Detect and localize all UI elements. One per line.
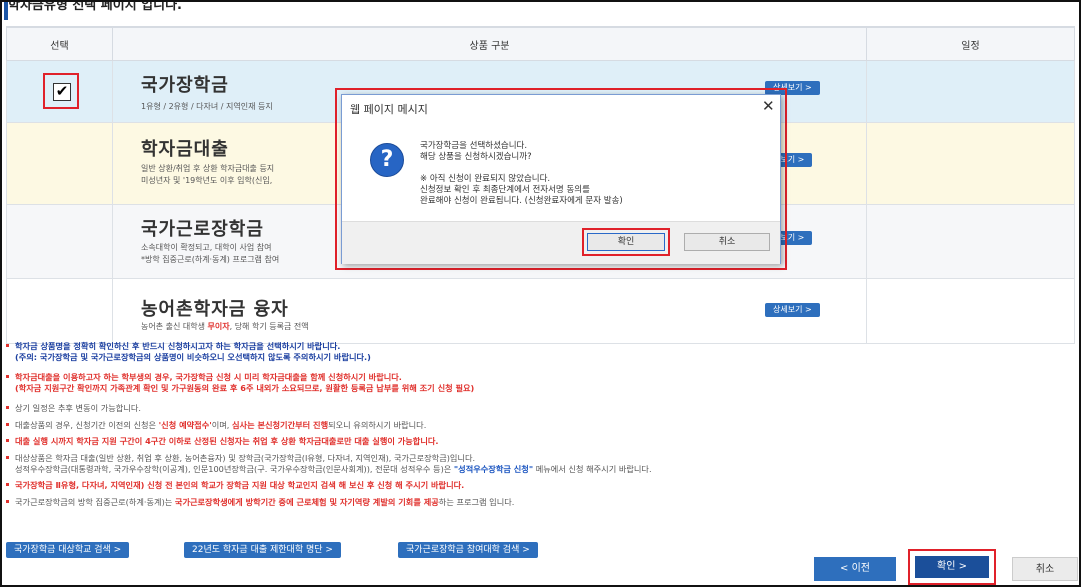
dialog-footer: 확인 취소: [342, 221, 780, 264]
col-header-product: 상품 구분: [112, 26, 867, 61]
close-icon[interactable]: ✕: [762, 97, 775, 115]
product-desc-text: , 당해 학기 등록금 전액: [229, 322, 309, 331]
cancel-button[interactable]: 취소: [1012, 557, 1078, 581]
product-cell: 농어촌학자금 융자 농어촌 출신 대학생 무이자, 당해 학기 등록금 전액 상…: [112, 278, 867, 344]
select-cell[interactable]: [6, 278, 113, 344]
select-cell: ✔: [6, 60, 113, 123]
dialog-line: ※ 아직 신청이 완료되지 않았습니다.: [420, 174, 551, 184]
notice-text: (주의: 국가장학금 및 국가근로장학금의 상품명이 비슷하오니 오선택하지 않…: [15, 351, 371, 362]
notice-text: 국가근로장학금의 방학 집중근로(하계·동계)는: [15, 496, 175, 507]
web-page-message-dialog: 웹 페이지 메시지 ✕ ? 국가장학금을 선택하셨습니다. 해당 상품을 신청하…: [341, 94, 781, 264]
notice-text: (학자금 지원구간 확인까지 가족관계 확인 및 가구원동의 완료 후 6주 내…: [15, 382, 475, 393]
notice-item: 국가근로장학금의 방학 집중근로(하계·동계)는 국가근로장학생에게 방학기간 …: [6, 497, 1076, 508]
notice-highlight: 심사는 본신청기간부터 진행: [232, 419, 329, 430]
col-header-schedule: 일정: [866, 26, 1075, 61]
product-desc: *방학 집중근로(하계·동계) 프로그램 참여: [141, 255, 280, 264]
product-desc: 농어촌 출신 대학생 무이자, 당해 학기 등록금 전액: [141, 321, 309, 333]
product-desc: 일반 상환/취업 후 상환 학자금대출 등지: [141, 164, 275, 173]
notice-item: 국가장학금 Ⅱ유형, 다자녀, 지역인재) 신청 전 본인의 학교가 장학금 지…: [6, 480, 1076, 491]
notice-item: 대출 실행 시까지 학자금 지원 구간이 4구간 이하로 산정된 신청자는 취업…: [6, 436, 1076, 447]
schedule-cell: [866, 204, 1075, 279]
dialog-title: 웹 페이지 메시지: [350, 103, 428, 116]
confirm-button-highlight: 확인 >: [908, 549, 996, 585]
product-desc: 미성년자 및 '19학년도 이후 입학(신입,: [141, 176, 273, 185]
page-frame: 학자금유형 선택 페이지 입니다. 선택 상품 구분 일정 ✔ 국가장학금 1유…: [0, 0, 1081, 587]
notice-item: 대출상품의 경우, 신청기간 이전의 신청은 '신청 예약접수'이며, 심사는 …: [6, 420, 1076, 431]
notice-item: 학자금 상품명을 정확히 확인하신 후 반드시 신청하시고자 하는 학자금을 선…: [6, 341, 1076, 362]
dialog-ok-highlight: 확인: [582, 228, 670, 256]
notice-list: 학자금 상품명을 정확히 확인하신 후 반드시 신청하시고자 하는 학자금을 선…: [6, 341, 1076, 514]
work-study-school-search-link[interactable]: 국가근로장학금 참여대학 검색 >: [398, 542, 538, 558]
school-search-link[interactable]: 국가장학금 대상학교 검색 >: [6, 542, 130, 558]
notice-text: 하는 프로그램 입니다.: [438, 496, 515, 507]
dialog-cancel-button[interactable]: 취소: [684, 233, 770, 251]
notice-text: 메뉴에서 신청 해주시기 바랍니다.: [533, 463, 652, 474]
select-cell[interactable]: [6, 122, 113, 205]
table-row: 농어촌학자금 융자 농어촌 출신 대학생 무이자, 당해 학기 등록금 전액 상…: [6, 278, 1075, 344]
product-name: 농어촌학자금 융자: [141, 299, 289, 320]
confirm-button[interactable]: 확인 >: [915, 556, 989, 578]
detail-button[interactable]: 상세보기 >: [765, 303, 820, 317]
prev-button[interactable]: < 이전: [814, 557, 896, 581]
product-desc-text: 농어촌 출신 대학생: [141, 322, 208, 331]
dialog-line: 완료해야 신청이 완료됩니다. (신청완료자에게 문자 발송): [420, 196, 623, 206]
question-icon: ?: [370, 143, 404, 177]
notice-highlight: "성적우수장학금 신청": [453, 463, 534, 474]
notice-highlight: 국가근로장학생에게 방학기간 중에 근로체험 및 자기역량 계발의 기회를 제공: [174, 496, 439, 507]
dialog-line: 국가장학금을 선택하셨습니다.: [420, 141, 528, 151]
notice-item: 학자금대출을 이용하고자 하는 학부생의 경우, 국가장학금 신청 시 미리 학…: [6, 372, 1076, 393]
product-name: 학자금대출: [141, 139, 229, 160]
loan-restricted-list-link[interactable]: 22년도 학자금 대출 제한대학 명단 >: [184, 542, 341, 558]
notice-text: 성적우수장학금(대통령과학, 국가우수장학(이공계), 인문100년장학금(구.…: [15, 464, 1076, 475]
product-desc-highlight: 무이자: [207, 322, 230, 331]
notice-text: 학자금대출을 이용하고자 하는 학부생의 경우, 국가장학금 신청 시 미리 학…: [15, 372, 402, 382]
product-desc: 소속대학이 확정되고, 대학이 사업 참여: [141, 243, 272, 252]
dialog-line: 해당 상품을 신청하시겠습니까?: [420, 152, 532, 162]
product-name: 국가근로장학금: [141, 219, 264, 240]
notice-text: 이며,: [211, 419, 233, 430]
dialog-line: 신청정보 확인 후 최종단계에서 전자서명 동의를: [420, 185, 590, 195]
notice-text: 되오니 유의하시기 바랍니다.: [328, 419, 427, 430]
notice-text: 대상상품은 학자금 대출(일반 상환, 취업 후 상환, 농어촌융자) 및 장학…: [15, 453, 476, 464]
notice-text: 학자금 상품명을 정확히 확인하신 후 반드시 신청하시고자 하는 학자금을 선…: [15, 341, 341, 351]
page-title: 학자금유형 선택 페이지 입니다.: [8, 0, 182, 13]
notice-text: 성적우수장학금(대통령과학, 국가우수장학(이공계), 인문100년장학금(구.…: [15, 463, 454, 474]
notice-text: 대출상품의 경우, 신청기간 이전의 신청은: [15, 419, 159, 430]
product-desc: 1유형 / 2유형 / 다자녀 / 지역인재 등지: [141, 102, 273, 111]
selected-checkbox-highlight[interactable]: ✔: [43, 73, 79, 109]
dialog-highlight: 웹 페이지 메시지 ✕ ? 국가장학금을 선택하셨습니다. 해당 상품을 신청하…: [335, 88, 787, 270]
select-cell[interactable]: [6, 204, 113, 279]
schedule-cell: [866, 60, 1075, 123]
checkbox[interactable]: ✔: [53, 83, 71, 101]
product-name: 국가장학금: [141, 75, 229, 96]
dialog-message: 국가장학금을 선택하셨습니다. 해당 상품을 신청하시겠습니까? ※ 아직 신청…: [420, 141, 623, 207]
schedule-cell: [866, 278, 1075, 344]
col-header-select: 선택: [6, 26, 113, 61]
dialog-ok-button[interactable]: 확인: [587, 233, 665, 251]
schedule-cell: [866, 122, 1075, 205]
notice-item: 상기 일정은 추후 변동이 가능합니다.: [6, 403, 1076, 414]
notice-item: 대상상품은 학자금 대출(일반 상환, 취업 후 상환, 농어촌융자) 및 장학…: [6, 453, 1076, 474]
notice-highlight: '신청 예약접수': [158, 419, 212, 430]
